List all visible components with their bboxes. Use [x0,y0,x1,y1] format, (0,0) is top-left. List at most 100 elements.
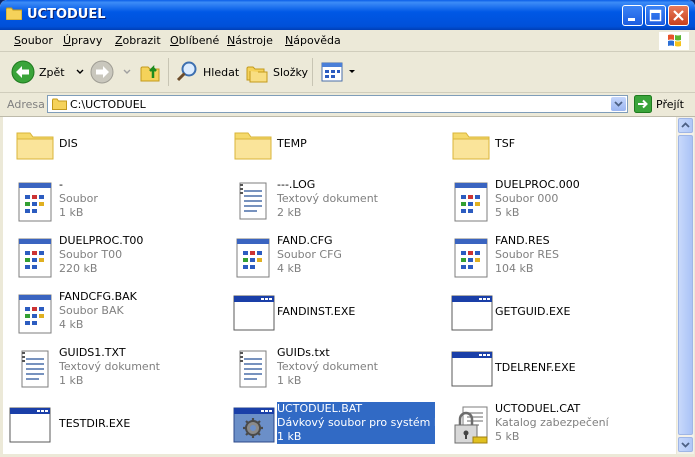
address-path: C:\UCTODUEL [70,98,146,111]
file-name: TSF [495,137,516,150]
file-name: UCTODUEL.CAT [495,402,581,415]
file-list: DIS TEMP TSF - Soubor 1 kB ---.LOG Textový … [3,117,676,454]
address-dropdown-button[interactable] [611,97,626,111]
list-item[interactable]: GUIDS1.TXT Textový dokument 1 kB [3,343,217,395]
file-name: TDELRENF.EXE [495,361,576,374]
list-item[interactable]: FAND.RES Soubor RES 104 kB [439,231,653,283]
security-catalog-icon [454,406,488,444]
batch-file-icon [233,407,275,443]
file-size: 220 kB [59,262,98,275]
folder-icon [234,132,272,160]
file-size: 1 kB [277,430,302,443]
file-type: Soubor RES [495,248,559,261]
chevron-down-icon[interactable] [75,69,85,75]
toolbar-divider [312,58,313,86]
file-name: GUIDs.txt [277,346,330,359]
close-button[interactable] [668,5,689,26]
file-type: Soubor [59,192,98,205]
window-title: UCTODUEL [27,7,106,22]
menu-upravy[interactable]: Úpravy [63,34,102,47]
file-type: Dávkový soubor pro systém M... [277,416,435,429]
file-size: 104 kB [495,262,534,275]
scroll-down-button[interactable] [678,437,693,452]
list-item[interactable]: TESTDIR.EXE [3,399,217,451]
forward-button[interactable] [90,59,132,85]
file-name: GETGUID.EXE [495,305,571,318]
generic-file-icon [18,182,52,222]
list-item-selected[interactable]: UCTODUEL.BATDávkový soubor pro systém M.… [221,399,435,451]
go-button[interactable]: Přejít [634,95,684,113]
list-item[interactable]: GUIDs.txt Textový dokument 1 kB [221,343,435,395]
list-item[interactable]: GETGUID.EXE [439,287,653,339]
file-size: 2 kB [277,206,302,219]
menu-nastroje[interactable]: Nástroje [227,34,273,47]
list-item[interactable]: TDELRENF.EXE [439,343,653,395]
minimize-button[interactable] [622,5,643,26]
maximize-icon [649,9,662,22]
vertical-scrollbar[interactable] [676,117,694,454]
generic-file-icon [18,238,52,278]
close-icon [673,10,684,21]
list-item[interactable]: DUELPROC.000 Soubor 000 5 kB [439,175,653,227]
generic-file-icon [454,182,488,222]
file-name: DUELPROC.T00 [59,234,144,247]
folder-icon [6,7,22,20]
list-item[interactable]: FANDINST.EXE [221,287,435,339]
folder-icon [452,132,490,160]
search-label: Hledat [203,65,240,79]
toolbar-divider [168,58,169,86]
text-document-icon [239,182,267,220]
application-window-icon [233,295,275,331]
file-type: Soubor T00 [59,248,123,261]
file-name: - [59,178,63,191]
list-item[interactable]: FANDCFG.BAK Soubor BAK 4 kB [3,287,217,339]
menu-napoveda[interactable]: Nápověda [285,34,341,47]
explorer-window: UCTODUEL Soubor Úpravy Zobrazit Oblíbené… [0,0,695,457]
menu-zobrazit[interactable]: Zobrazit [115,34,161,47]
maximize-button[interactable] [645,5,666,26]
list-item[interactable]: TSF [439,119,653,171]
search-icon [176,61,197,82]
chevron-down-icon[interactable] [122,69,132,75]
back-label: Zpět [39,65,65,79]
search-button[interactable]: Hledat [175,59,239,85]
address-label: Adresa [7,98,45,111]
list-item[interactable]: TEMP [221,119,435,171]
file-name: ---.LOG [277,178,316,191]
file-name: DUELPROC.000 [495,178,580,191]
up-folder-button[interactable] [139,59,163,85]
list-item[interactable]: UCTODUEL.CAT Katalog zabezpečení 5 kB [439,399,653,451]
scroll-up-button[interactable] [678,118,693,133]
scroll-thumb[interactable] [678,135,693,435]
list-item[interactable]: FAND.CFG Soubor CFG 4 kB [221,231,435,283]
menu-soubor[interactable]: Soubor [14,34,53,47]
file-type: Soubor BAK [59,304,124,317]
list-item[interactable]: ---.LOG Textový dokument 2 kB [221,175,435,227]
chevron-down-icon[interactable] [348,69,356,75]
menu-oblibene[interactable]: Oblíbené [170,34,219,47]
list-item[interactable]: - Soubor 1 kB [3,175,217,227]
list-item[interactable]: DUELPROC.T00 Soubor T00 220 kB [3,231,217,283]
file-size: 1 kB [59,206,84,219]
folder-icon [52,98,67,110]
file-size: 1 kB [59,374,84,387]
back-button[interactable]: Zpět [11,59,85,85]
toolbar: Zpět Hledat Složky [0,52,695,93]
list-item[interactable]: DIS [3,119,217,171]
generic-file-icon [236,238,270,278]
title-bar[interactable]: UCTODUEL [0,0,695,30]
address-input[interactable]: C:\UCTODUEL [47,95,628,113]
file-type: Textový dokument [277,360,378,373]
file-type: Textový dokument [277,192,378,205]
views-button[interactable] [320,59,356,85]
chevron-down-icon [614,101,623,107]
file-name: DIS [59,137,78,150]
address-bar: Adresa C:\UCTODUEL Přejít [0,93,695,117]
up-folder-icon [140,64,160,82]
menu-bar: Soubor Úpravy Zobrazit Oblíbené Nástroje… [0,30,695,52]
folders-button[interactable]: Složky [245,59,308,85]
file-size: 5 kB [495,206,520,219]
views-icon [321,62,343,82]
chevron-down-icon [681,442,690,448]
application-window-icon [451,351,493,387]
